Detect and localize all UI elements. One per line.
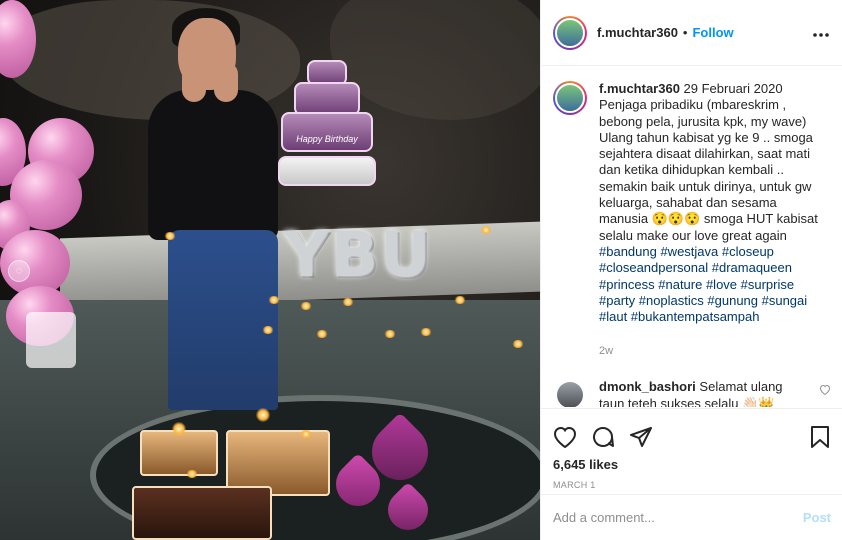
caption-hashtags[interactable]: #princess #nature #love #surprise [599,277,794,292]
caption-hashtags[interactable]: #bandung #westjava #closeup [599,244,774,259]
letter-balloons: YBU [284,218,433,291]
caption-avatar[interactable] [553,81,587,115]
commenter-avatar[interactable] [557,381,583,407]
caption-age[interactable]: 2w [599,343,821,359]
action-bar: 6,645 likes MARCH 1 [541,408,842,490]
post-side-panel: f.muchtar360 • Follow f.muchtar360 29 Fe… [540,0,842,540]
person-hand [182,62,206,102]
comment-item: dmonk_bashori Selamat ulang taun teteh s… [553,378,831,407]
bookmark-icon[interactable] [809,425,831,449]
caption-hashtags[interactable]: #laut #bukantempatsampah [599,309,759,324]
cake-banner-text: Happy Birthday [296,134,358,144]
birthday-cake [132,486,272,540]
author-avatar[interactable] [553,15,587,50]
share-icon[interactable] [629,425,653,449]
comment-like-icon[interactable] [819,378,831,407]
comments-list[interactable]: f.muchtar360 29 Februari 2020 Penjaga pr… [541,67,842,407]
action-icons [553,417,831,457]
comment-body: dmonk_bashori Selamat ulang taun teteh s… [599,378,795,407]
author-username[interactable]: f.muchtar360 [597,25,678,40]
likes-count[interactable]: 6,645 likes [553,457,831,472]
comment-input[interactable] [553,510,803,525]
person-jeans [168,230,278,410]
carousel-prev-icon[interactable]: ◌ [8,260,30,282]
caption-username[interactable]: f.muchtar360 [599,81,680,96]
cake-foil-balloon: Happy Birthday [278,60,376,190]
caption-text: Penjaga pribadiku (mbareskrim , bebong p… [599,97,818,243]
heart-icon[interactable] [553,426,577,448]
separator-dot: • [682,25,688,40]
caption-body: f.muchtar360 29 Februari 2020 Penjaga pr… [599,81,821,360]
post-photo[interactable]: Happy Birthday YBU ◌ [0,0,540,540]
post-modal: Happy Birthday YBU ◌ f.muchtar360 • Foll… [0,0,842,540]
follow-button[interactable]: Follow [692,25,733,40]
commenter-username[interactable]: dmonk_bashori [599,379,696,394]
post-comment-button[interactable]: Post [803,510,831,525]
comment-icon[interactable] [591,425,615,449]
caption-hashtags[interactable]: #closeandpersonal #dramaqueen [599,260,792,275]
birthday-cake [140,430,218,476]
balloon-weight [26,312,76,368]
caption-date: 29 Februari 2020 [683,81,783,96]
person-hand [214,62,238,102]
add-comment-bar: Post [541,494,842,540]
caption-hashtags[interactable]: #party #noplastics #gunung #sungai [599,293,807,308]
person-sweater [148,90,278,240]
post-date[interactable]: MARCH 1 [553,480,831,490]
caption: f.muchtar360 29 Februari 2020 Penjaga pr… [553,81,831,360]
ellipsis-icon[interactable] [812,22,830,43]
post-header: f.muchtar360 • Follow [541,0,842,66]
